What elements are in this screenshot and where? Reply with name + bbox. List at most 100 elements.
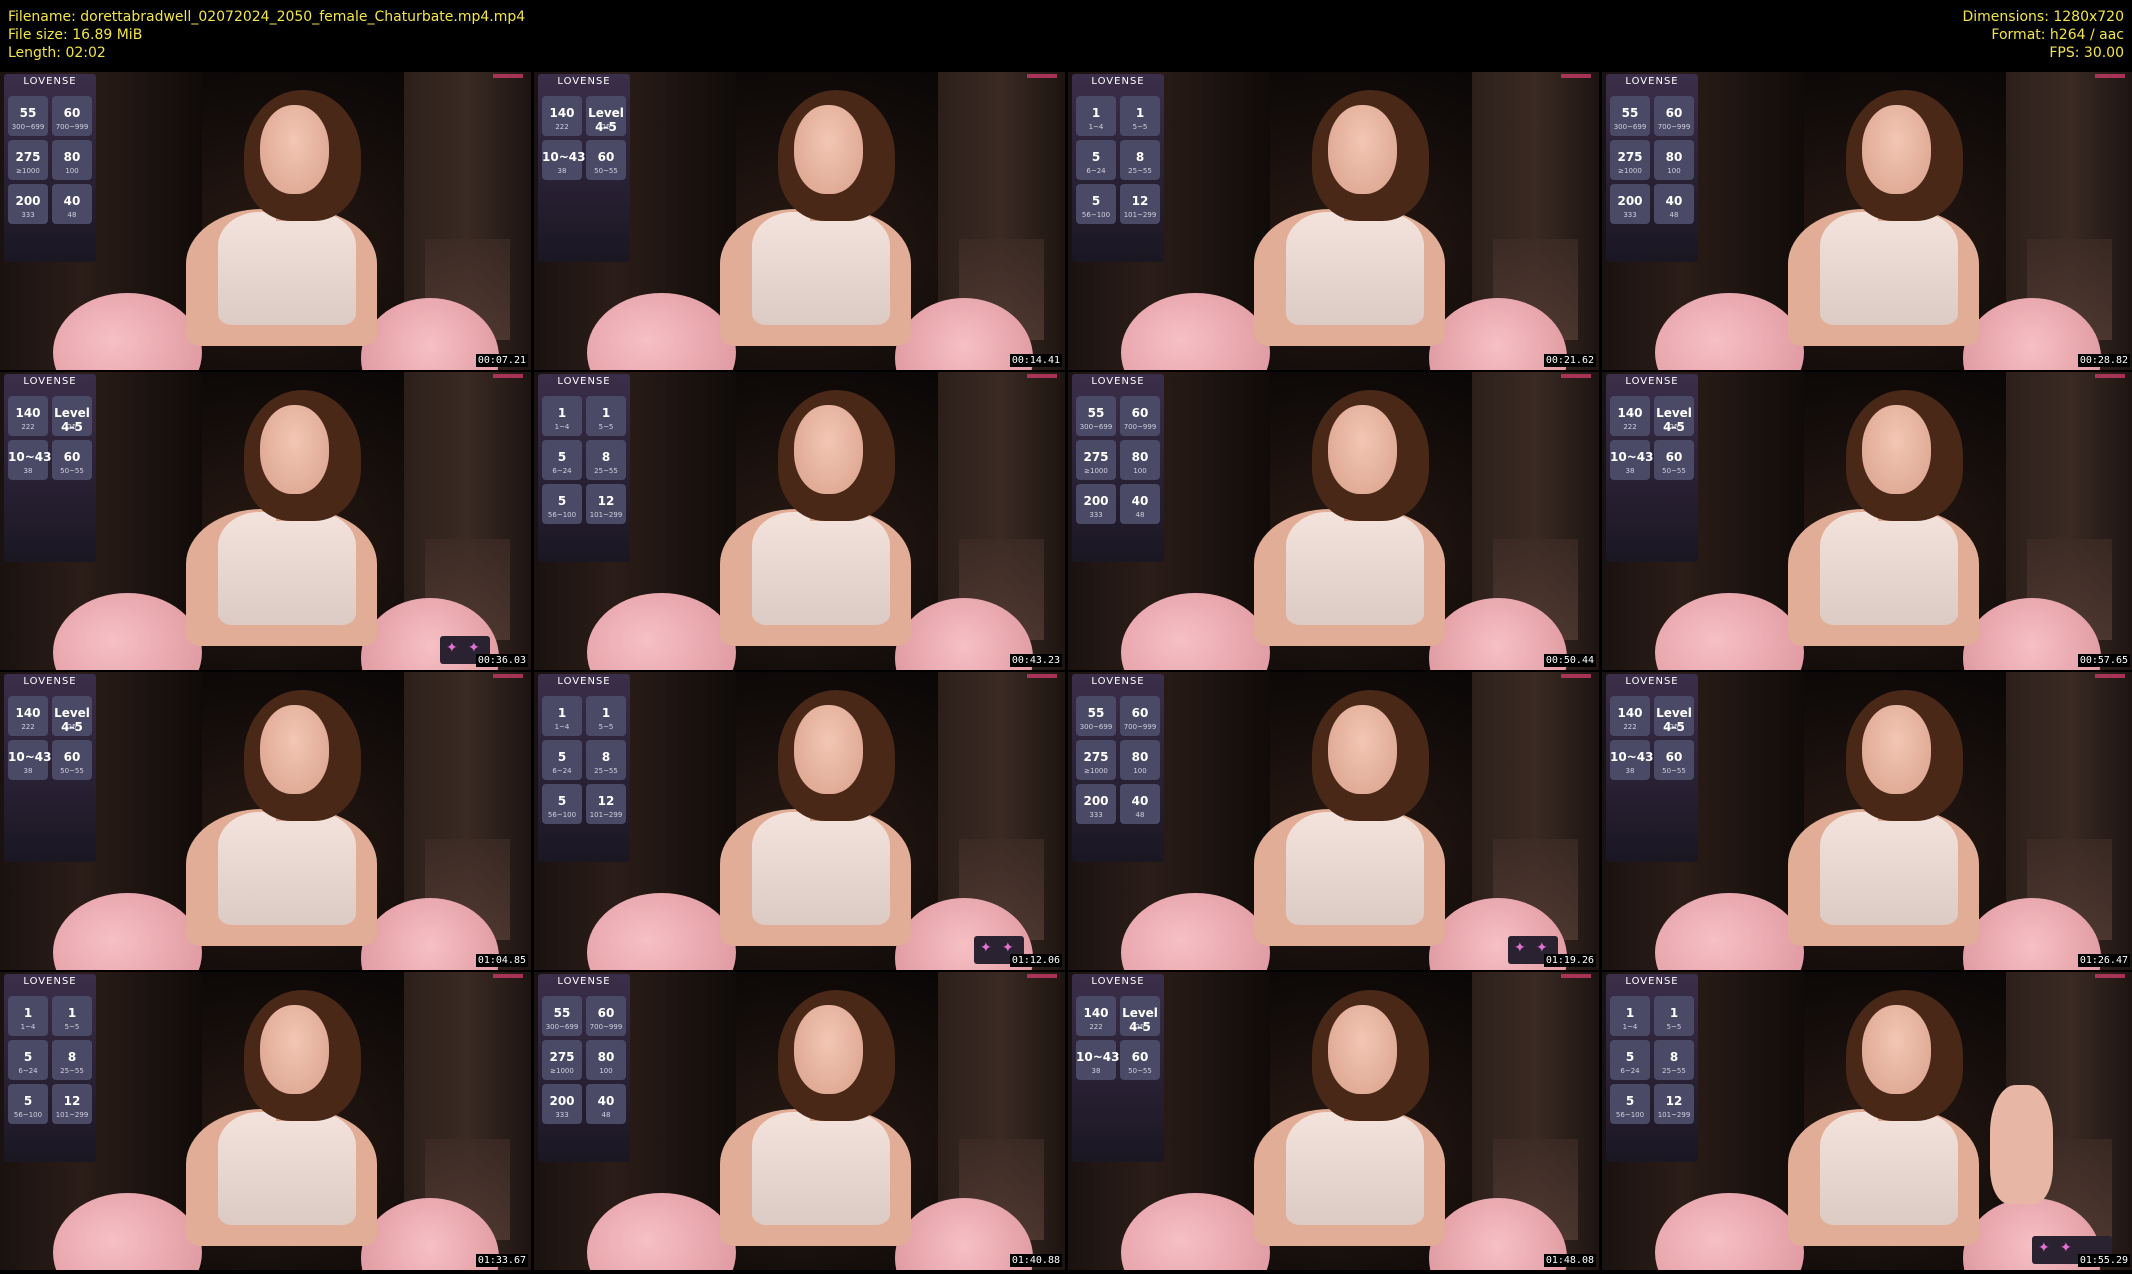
scene-hand [1989,1085,2054,1205]
tile-sub: 1~4 [20,1023,36,1031]
panel-tile: 60 50~55 [1654,740,1694,780]
panel-tile: 275 ≥1000 [1076,740,1116,780]
file-info: Filename: dorettabradwell_02072024_2050_… [8,8,525,62]
panel-tile: 60 50~55 [52,440,92,480]
video-thumbnail[interactable]: LOVENSE 55 300~699 60 700~999 275 ≥1000 80 100 20… [534,972,1065,1270]
lovense-panel: LOVENSE 1 1~4 1 5~5 5 6~24 8 25~55 5 56~100 12 101~2… [538,374,630,562]
panel-tile: 80 100 [586,1040,626,1080]
video-thumbnail[interactable]: LOVENSE 140 222 Level 4-5 25 10~43 38 60 50~55 01… [0,672,531,970]
panel-tile: 40 48 [1654,184,1694,224]
panel-tiles: 140 222 Level 4-5 25 10~43 38 60 50~55 [1076,996,1160,1080]
thumbnail-grid: LOVENSE 55 300~699 60 700~999 275 ≥1000 80 100 20… [0,72,2132,1274]
panel-tiles: 1 1~4 1 5~5 5 6~24 8 25~55 5 56~100 12 101~299 [1076,96,1160,224]
lovense-panel: LOVENSE 1 1~4 1 5~5 5 6~24 8 25~55 5 56~100 12 101~2… [1606,974,1698,1162]
tile-sub: 48 [1669,211,1679,219]
tile-value: 1 [1135,106,1145,120]
panel-brand: LOVENSE [1625,376,1679,387]
tile-sub: ≥1000 [1084,767,1108,775]
video-thumbnail[interactable]: LOVENSE 55 300~699 60 700~999 275 ≥1000 80 100 20… [1068,672,1599,970]
ticker-icon: ✦ [446,640,458,656]
tile-value: 80 [1131,450,1149,464]
lovense-panel: LOVENSE 140 222 Level 4-5 25 10~43 38 60 50~55 [4,374,96,562]
panel-tile: 80 100 [52,140,92,180]
tile-sub: 101~299 [589,511,623,519]
tile-sub: 333 [21,211,35,219]
video-thumbnail[interactable]: LOVENSE 1 1~4 1 5~5 5 6~24 8 25~55 5 56~100 12 101~2… [0,972,531,1270]
video-thumbnail[interactable]: LOVENSE 140 222 Level 4-5 25 10~43 38 60 50~55 00… [534,72,1065,370]
tile-sub: 101~299 [1123,211,1157,219]
tile-value: 5 [557,494,567,508]
panel-tiles: 55 300~699 60 700~999 275 ≥1000 80 100 200 333 40 4… [542,996,626,1124]
video-thumbnail[interactable]: LOVENSE 55 300~699 60 700~999 275 ≥1000 80 100 20… [1068,372,1599,670]
video-thumbnail[interactable]: LOVENSE 1 1~4 1 5~5 5 6~24 8 25~55 5 56~100 12 101~2… [534,672,1065,970]
lovense-panel: LOVENSE 55 300~699 60 700~999 275 ≥1000 80 100 20… [1606,74,1698,262]
lovense-panel: LOVENSE 140 222 Level 4-5 25 10~43 38 60 50~55 [4,674,96,862]
tile-sub: 50~55 [60,767,84,775]
panel-tile: 12 101~299 [1120,184,1160,224]
panel-tile: 5 56~100 [542,784,582,824]
video-thumbnail[interactable]: LOVENSE 55 300~699 60 700~999 275 ≥1000 80 100 20… [1602,72,2132,370]
panel-tile: 40 48 [1120,784,1160,824]
tile-sub: 50~55 [1662,767,1686,775]
tile-value: 275 [1617,150,1643,164]
scene-face [260,404,330,495]
tile-value: 10~43 [8,750,52,764]
tile-value: 12 [597,494,615,508]
timestamp-label: 00:36.03 [475,654,528,667]
panel-tile: 1 5~5 [1120,96,1160,136]
tile-sub: 700~999 [589,1023,623,1031]
timestamp-label: 01:33.67 [475,1254,528,1267]
panel-tile: 5 6~24 [8,1040,48,1080]
panel-tile: 5 56~100 [542,484,582,524]
tile-sub: 6~24 [552,467,572,475]
tile-value: 1 [1091,106,1101,120]
panel-tile: Level 4-5 25 [52,396,92,436]
panel-brand: LOVENSE [557,976,611,987]
watermark-mark [1027,374,1057,378]
tile-sub: 300~699 [11,123,45,131]
video-thumbnail[interactable]: LOVENSE 1 1~4 1 5~5 5 6~24 8 25~55 5 56~100 12 101~2… [1068,72,1599,370]
tile-sub: 5~5 [1666,1023,1682,1031]
tile-sub: 25~55 [1128,167,1152,175]
tile-value: 1 [557,706,567,720]
panel-tile: 1 1~4 [1076,96,1116,136]
tile-sub: 222 [1623,423,1637,431]
video-thumbnail[interactable]: LOVENSE 140 222 Level 4-5 25 10~43 38 60 50~55 01… [1602,672,2132,970]
video-thumbnail[interactable]: LOVENSE 1 1~4 1 5~5 5 6~24 8 25~55 5 56~100 12 101~2… [534,372,1065,670]
tile-value: 80 [1665,150,1683,164]
tile-value: 12 [1131,194,1149,208]
panel-brand: LOVENSE [23,376,77,387]
tile-value: 40 [63,194,81,208]
tile-value: 200 [1083,494,1109,508]
tile-value: 40 [1131,794,1149,808]
video-thumbnail[interactable]: LOVENSE 140 222 Level 4-5 25 10~43 38 60 50~55 01… [1068,972,1599,1270]
panel-tile: 60 700~999 [586,996,626,1036]
timestamp-label: 01:26.47 [2077,954,2130,967]
tile-value: 5 [1625,1050,1635,1064]
tile-value: 60 [63,106,81,120]
panel-tile: 200 333 [1076,784,1116,824]
panel-tile: 10~43 38 [1610,740,1653,780]
panel-brand: LOVENSE [1091,676,1145,687]
timestamp-label: 01:04.85 [475,954,528,967]
video-thumbnail[interactable]: LOVENSE 55 300~699 60 700~999 275 ≥1000 80 100 20… [0,72,531,370]
tile-sub: 38 [23,767,33,775]
watermark-mark [1561,74,1591,78]
panel-tile: 1 1~4 [8,996,48,1036]
video-thumbnail[interactable]: LOVENSE 140 222 Level 4-5 25 10~43 38 60 50~55 00… [1602,372,2132,670]
panel-tile: 8 25~55 [1120,140,1160,180]
timestamp-label: 01:40.88 [1009,1254,1062,1267]
video-thumbnail[interactable]: LOVENSE 1 1~4 1 5~5 5 6~24 8 25~55 5 56~100 12 101~2… [1602,972,2132,1270]
tile-sub: 56~100 [547,811,577,819]
video-thumbnail[interactable]: LOVENSE 140 222 Level 4-5 25 10~43 38 60 50~55 ✦ ✦… [0,372,531,670]
panel-tiles: 140 222 Level 4-5 25 10~43 38 60 50~55 [8,696,92,780]
tile-value: 140 [1083,1006,1109,1020]
tile-sub: ≥1000 [550,1067,574,1075]
scene-top [1285,512,1424,626]
panel-tile: 60 50~55 [1120,1040,1160,1080]
panel-tiles: 55 300~699 60 700~999 275 ≥1000 80 100 200 333 40 4… [8,96,92,224]
scene-face [1862,1004,1932,1095]
tile-value: 1 [67,1006,77,1020]
panel-tile: 1 5~5 [52,996,92,1036]
ticker-icon: ✦ [1514,940,1526,956]
